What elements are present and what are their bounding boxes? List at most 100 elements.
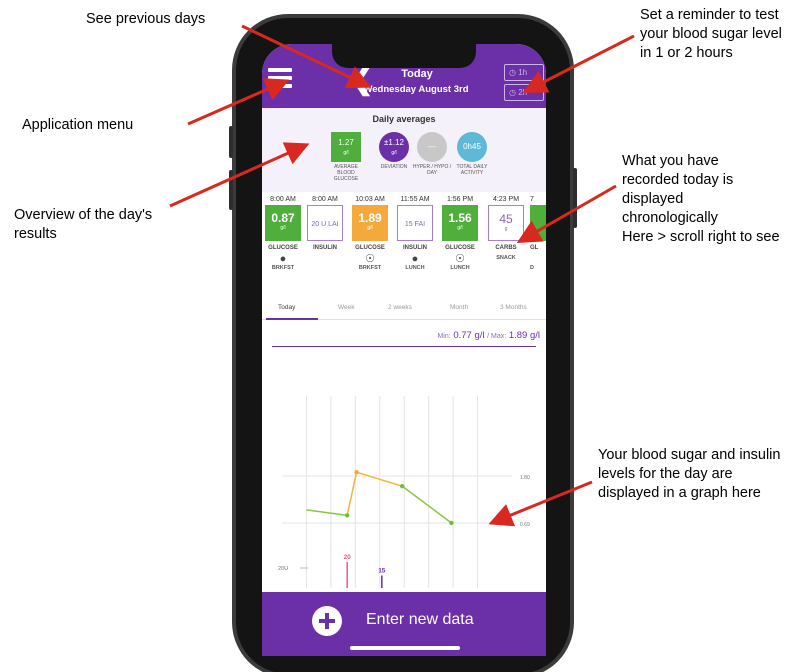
avg-value: 1.27	[338, 138, 354, 147]
alarm-clock-icon: ◷	[509, 68, 516, 77]
note-graph-line: Your blood sugar and insulin	[598, 447, 781, 463]
entry-value: 0.87	[271, 211, 295, 225]
entry-time: 10:03 AM	[355, 196, 385, 203]
reminder-label: 2h	[518, 88, 528, 97]
glucose-line-segment	[306, 509, 348, 517]
max-value: 1.89 g/l	[508, 330, 540, 341]
note-graph: Your blood sugar and insulin levels for …	[598, 446, 780, 503]
avg-label: DEVIATION	[380, 164, 408, 170]
entry-meal: LUNCH	[405, 265, 425, 271]
entry-category: INSULIN	[403, 245, 427, 251]
drink-icon: ☉	[455, 253, 465, 265]
tab-week[interactable]: Week	[338, 304, 355, 311]
avg-unit: g/l	[391, 150, 397, 156]
entry-time: 11:55 AM	[400, 196, 430, 203]
timeline[interactable]: 8:00 AM 0.87 g/l GLUCOSE ● BRKFST 8:00 A…	[262, 194, 546, 294]
daily-averages: Daily averages 1.27 g/l AVERAGE BLOOD GL…	[262, 108, 546, 192]
reminder-1h-button[interactable]: ◷ 1h	[504, 64, 544, 81]
entry-value: 20 U LAI	[311, 221, 339, 228]
avg-badge: 0h45	[457, 132, 487, 162]
avg-label: TOTAL DAILY ACTIVITY	[456, 164, 488, 176]
timeline-entry[interactable]: 7 GL D	[530, 194, 546, 271]
entry-category: GL	[530, 245, 539, 251]
timeline-entry[interactable]: 8:00 AM 20 U LAI INSULIN	[305, 194, 345, 251]
timeline-entry[interactable]: 10:03 AM 1.89 g/l GLUCOSE ☉ BRKFST	[350, 194, 390, 271]
note-recorded-line: displayed	[622, 191, 684, 207]
glucose-point	[354, 469, 359, 475]
side-button	[229, 170, 233, 210]
note-reminder-line: Set a reminder to test	[640, 7, 779, 23]
glucose-point	[344, 513, 350, 518]
entry-time: 1:56 PM	[446, 196, 474, 203]
apple-icon: ●	[411, 253, 419, 265]
reminder-2h-button[interactable]: ◷ 2h	[504, 84, 544, 101]
avg-value: 0h45	[463, 142, 481, 151]
avg-unit: g/l	[343, 150, 349, 156]
tab-3-months[interactable]: 3 Months	[500, 304, 527, 311]
enter-new-data-label: Enter new data	[366, 611, 474, 628]
entry-unit: g/l	[280, 225, 286, 231]
note-recorded-line: recorded today is	[622, 172, 734, 188]
entry-category: GLUCOSE	[355, 245, 385, 251]
avg-label: HYPER / HYPO / DAY	[412, 164, 452, 176]
avg-badge: ---	[417, 132, 447, 162]
drink-icon: ☉	[365, 253, 375, 265]
entry-meal: LUNCH	[450, 265, 470, 271]
entry-category: CARBS	[495, 245, 517, 251]
enter-new-data-button[interactable]: Enter new data	[312, 602, 512, 642]
average-blood-glucose[interactable]: 1.27 g/l AVERAGE BLOOD GLUCOSE	[326, 132, 366, 182]
timeline-entry[interactable]: 1:56 PM 1.56 g/l GLUCOSE ☉ LUNCH	[440, 194, 480, 271]
entry-unit: g/l	[457, 225, 463, 231]
entry-value-box: 1.89 g/l	[352, 205, 388, 241]
glucose-insulin-chart: 1.80 0.69 20U 20 15	[278, 396, 530, 588]
insulin-label: 15	[378, 568, 386, 575]
app-screen: ❮ Today Wednesday August 3rd ◷ 1h ◷ 2h D…	[262, 44, 546, 656]
entry-time: 4:23 PM	[492, 196, 520, 203]
entry-unit: g/l	[367, 225, 373, 231]
home-indicator	[350, 646, 460, 650]
entry-value: 45	[499, 212, 513, 226]
entry-category: GLUCOSE	[445, 245, 475, 251]
range-divider	[272, 346, 536, 347]
tab-today[interactable]: Today	[278, 304, 295, 311]
entry-meal: D	[530, 265, 534, 271]
timeline-entry[interactable]: 8:00 AM 0.87 g/l GLUCOSE ● BRKFST	[263, 194, 303, 271]
note-reminder-line: your blood sugar level	[640, 26, 782, 42]
glucose-point	[449, 520, 454, 526]
note-graph-line: displayed in a graph here	[598, 485, 761, 501]
entry-value-box: 1.56 g/l	[442, 205, 478, 241]
menu-icon[interactable]	[268, 68, 292, 90]
avg-badge: ±1.12 g/l	[379, 132, 409, 162]
entry-value: 1.89	[358, 211, 382, 225]
timeline-entry[interactable]: 4:23 PM 45 g CARBS SNACK	[486, 194, 526, 261]
hyper-hypo-per-day[interactable]: --- HYPER / HYPO / DAY	[412, 132, 452, 176]
entry-category: GLUCOSE	[268, 245, 298, 251]
period-tabs: Today Week 2 weeks Month 3 Months	[262, 298, 546, 320]
min-value: 0.77 g/l	[453, 330, 485, 341]
note-overview-line: results	[14, 226, 57, 242]
entry-value: 15 FAI	[404, 221, 426, 228]
alarm-clock-icon: ◷	[509, 88, 516, 97]
apple-icon: ●	[279, 253, 287, 265]
tab-month[interactable]: Month	[450, 304, 468, 311]
entry-meal: SNACK	[496, 255, 516, 261]
side-button	[573, 168, 577, 228]
entry-category: INSULIN	[313, 245, 337, 251]
entry-value-box: 20 U LAI	[307, 205, 343, 241]
note-recorded-line: What you have	[622, 153, 719, 169]
plus-icon	[312, 606, 342, 636]
tab-2-weeks[interactable]: 2 weeks	[388, 304, 412, 311]
timeline-entry[interactable]: 11:55 AM 15 FAI INSULIN ● LUNCH	[395, 194, 435, 271]
note-overview: Overview of the day's results	[14, 206, 152, 244]
page-title: Today	[401, 68, 433, 80]
insulin-axis-label: 20U	[278, 566, 288, 572]
glucose-range: Min: 0.77 g/l / Max: 1.89 g/l	[342, 330, 540, 341]
glucose-axis-label: 0.69	[520, 522, 530, 528]
total-daily-activity[interactable]: 0h45 TOTAL DAILY ACTIVITY	[452, 132, 492, 176]
min-label: Min:	[437, 333, 451, 340]
note-graph-line: levels for the day are	[598, 466, 733, 482]
entry-value-box: 0.87 g/l	[265, 205, 301, 241]
avg-label: AVERAGE BLOOD GLUCOSE	[333, 164, 359, 182]
deviation[interactable]: ±1.12 g/l DEVIATION	[374, 132, 414, 170]
avg-badge: 1.27 g/l	[331, 132, 361, 162]
